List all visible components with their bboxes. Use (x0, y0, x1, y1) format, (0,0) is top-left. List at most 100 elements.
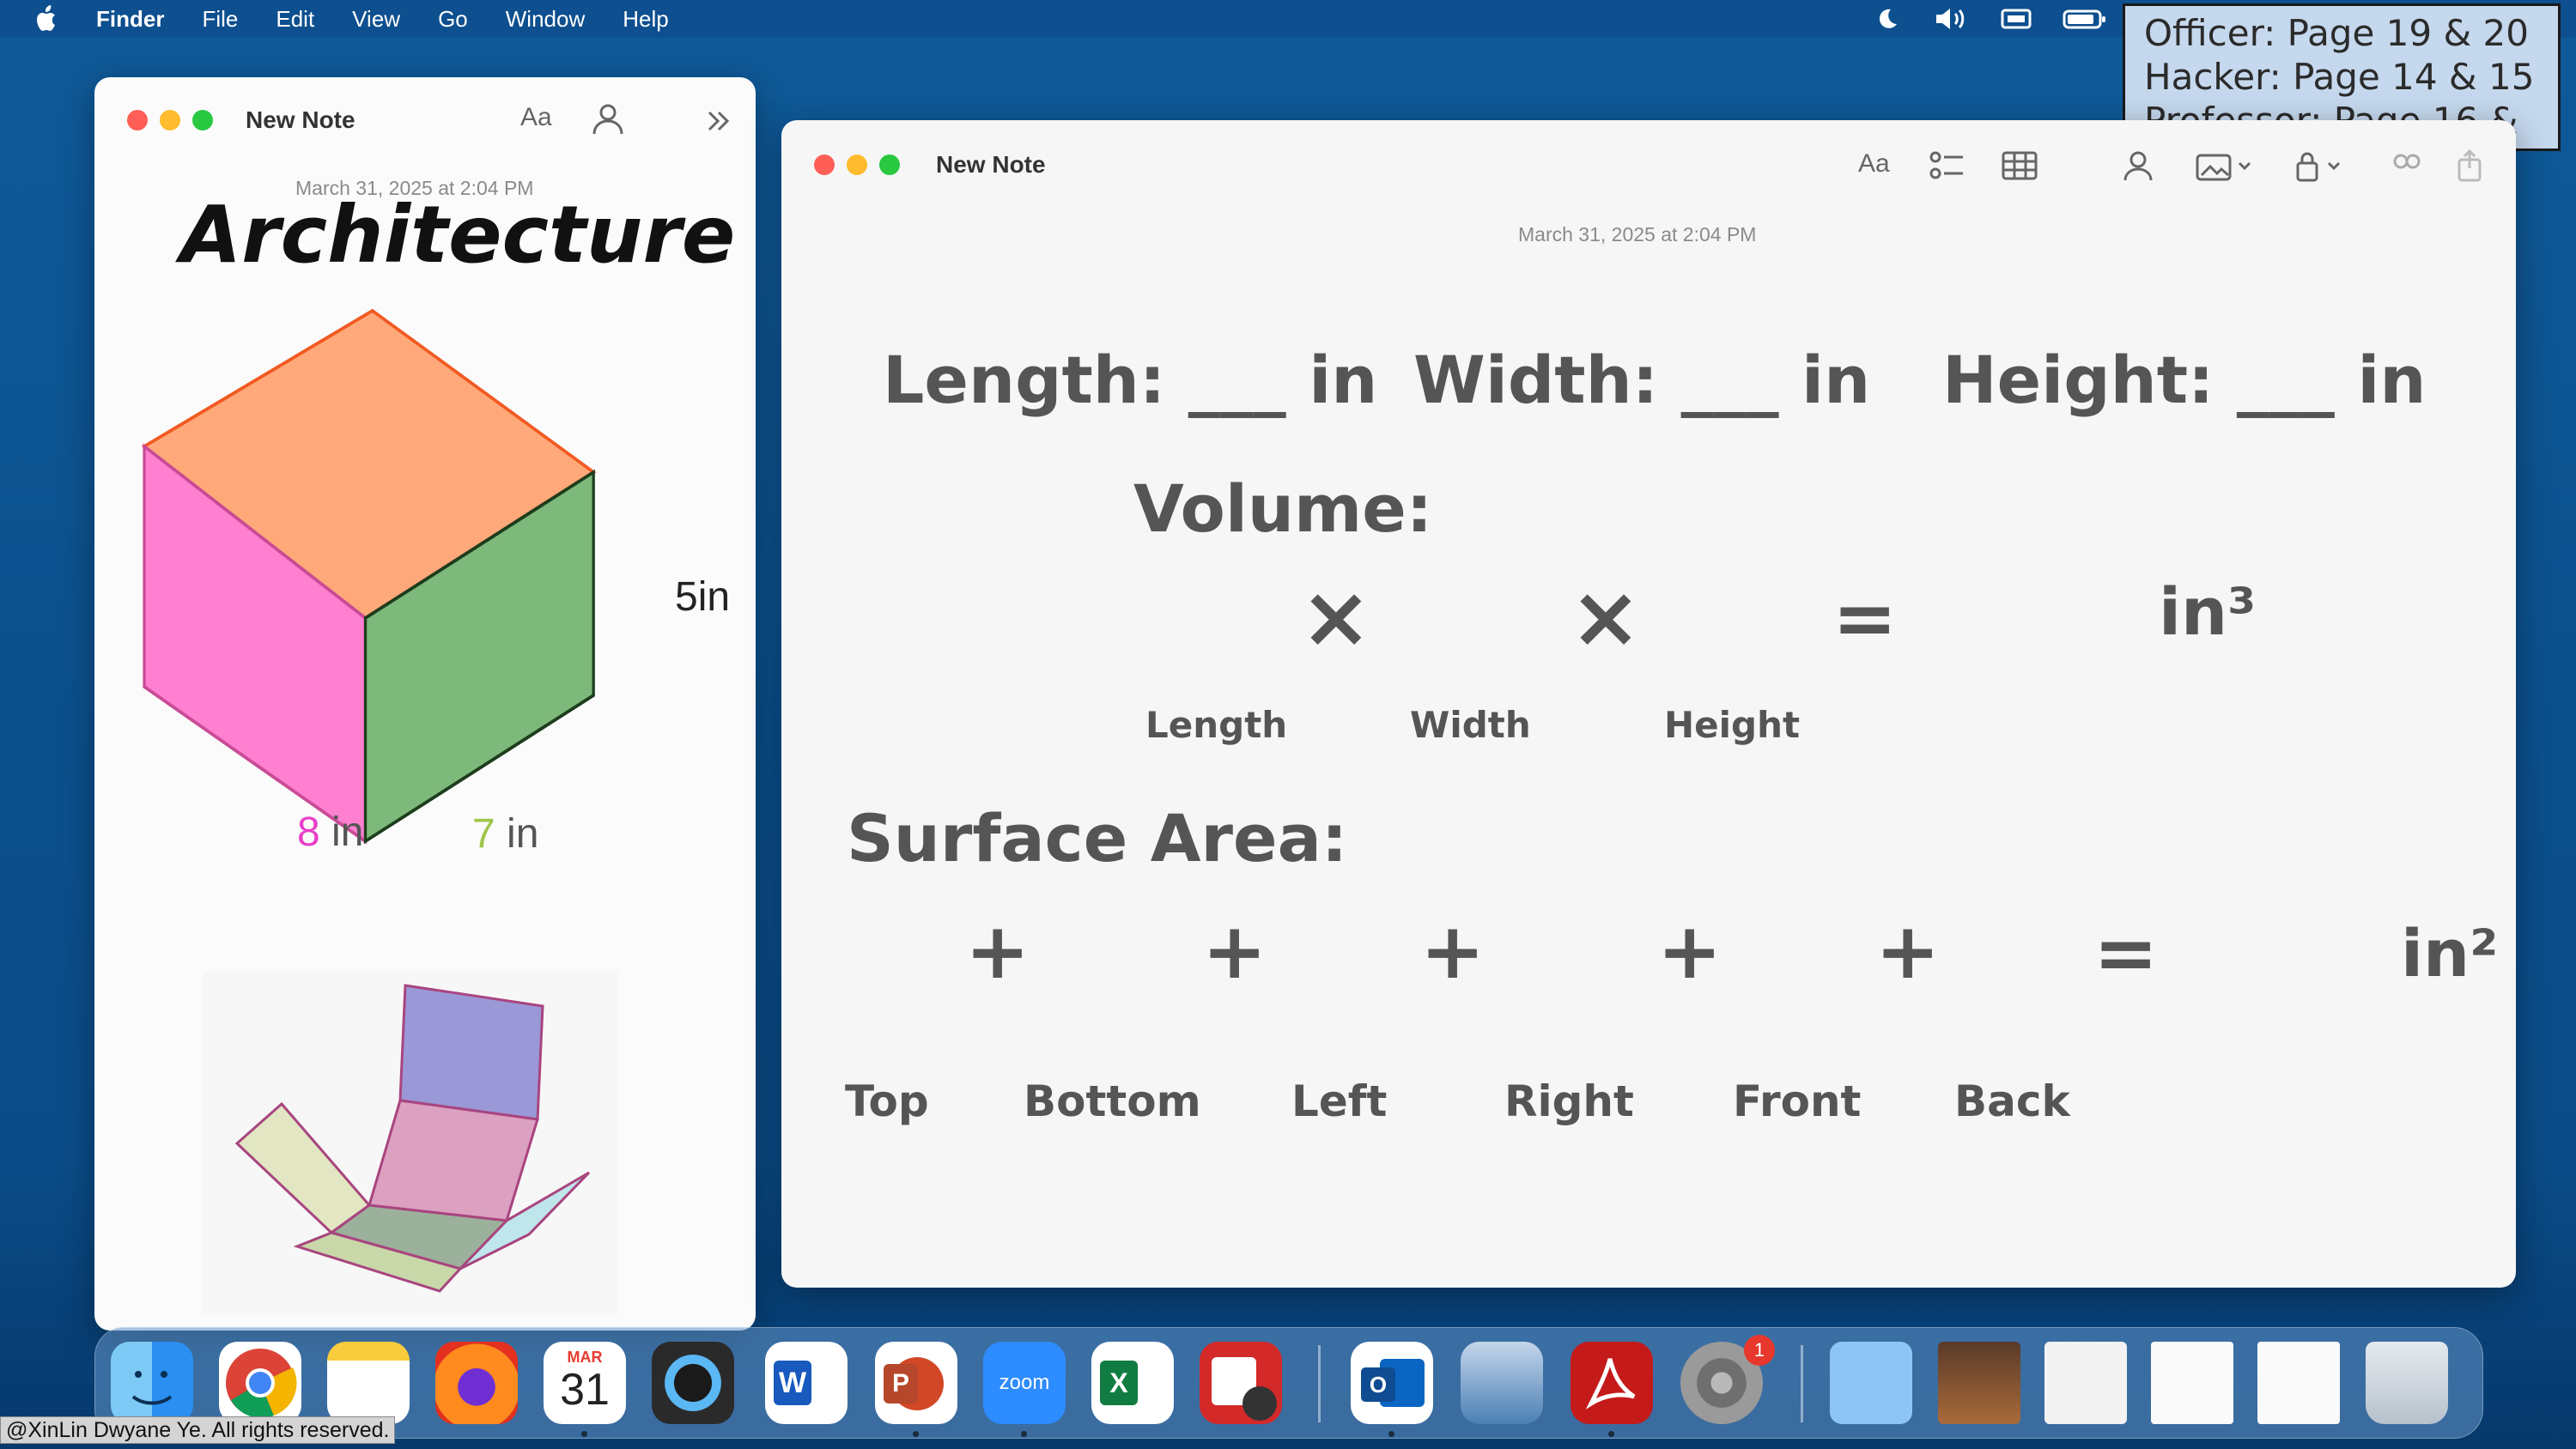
height-dimension-label: 5in (675, 574, 731, 620)
format-button[interactable]: Aa (1858, 149, 1890, 179)
running-indicator (581, 1431, 587, 1437)
running-indicator (913, 1431, 919, 1437)
face-front: Front (1733, 1076, 1862, 1126)
calendar-day: 31 (560, 1365, 610, 1415)
outlook-icon[interactable]: O (1351, 1342, 1433, 1424)
running-indicator (1388, 1431, 1394, 1437)
menu-help[interactable]: Help (623, 6, 668, 33)
photo-booth-icon[interactable] (1200, 1342, 1282, 1424)
battery-icon[interactable] (2063, 6, 2107, 32)
running-indicator (1021, 1431, 1027, 1437)
minimize-button[interactable] (847, 155, 867, 175)
equals-sign: = (1832, 573, 1898, 664)
volume-unit: in³ (2159, 573, 2257, 650)
right-note-window: New Note Aa March 31, 2025 at 2:04 PM Le… (781, 120, 2516, 1288)
settings-notification-badge: 1 (1744, 1335, 1775, 1366)
menu-window[interactable]: Window (506, 6, 585, 33)
length-line: Length: ___ in (883, 342, 1378, 418)
lock-icon[interactable] (2294, 151, 2346, 182)
face-top: Top (845, 1076, 929, 1126)
volume-factor-width: Width (1410, 704, 1531, 746)
format-button[interactable]: Aa (520, 103, 552, 132)
quicktime-icon[interactable] (652, 1342, 734, 1424)
share-people-icon[interactable] (2389, 151, 2423, 182)
window-title: New Note (246, 106, 355, 133)
note-heading: Architecture 1 (180, 189, 756, 281)
face-right: Right (1504, 1076, 1634, 1126)
plus-sign-3: + (1420, 906, 1485, 997)
menu-file[interactable]: File (202, 6, 238, 33)
face-bottom: Bottom (1024, 1076, 1201, 1126)
plus-sign-4: + (1657, 906, 1722, 997)
close-button[interactable] (127, 110, 148, 130)
trash-icon[interactable] (2366, 1342, 2448, 1424)
calendar-icon[interactable]: MAR 31 (544, 1342, 626, 1424)
preview-icon[interactable] (1461, 1342, 1543, 1424)
acrobat-icon[interactable] (1571, 1342, 1653, 1424)
menu-view[interactable]: View (352, 6, 400, 33)
doc-thumb-1-icon[interactable] (2044, 1342, 2127, 1424)
collaborate-icon[interactable] (2121, 151, 2155, 182)
dock: MAR 31 W P zoom X O 1 (94, 1327, 2483, 1439)
volume-factor-length: Length (1145, 704, 1288, 746)
checklist-icon[interactable] (1929, 149, 1965, 182)
collaborate-icon[interactable] (591, 103, 625, 136)
word-icon[interactable]: W (765, 1342, 848, 1424)
excel-icon[interactable]: X (1091, 1342, 1174, 1424)
plus-sign-1: + (965, 906, 1030, 997)
plus-sign-2: + (1202, 906, 1267, 997)
notes-icon[interactable] (327, 1342, 410, 1424)
window-title: New Note (936, 151, 1046, 178)
powerpoint-icon[interactable]: P (875, 1342, 957, 1424)
overlay-line-hacker: Hacker: Page 14 & 15 (2144, 56, 2535, 98)
dock-separator (1318, 1345, 1321, 1422)
cube-net-diagram (234, 984, 591, 1293)
cube-diagram (141, 308, 597, 845)
surface-area-unit: in² (2401, 915, 2499, 991)
cube-net-image (203, 972, 618, 1315)
finder-icon[interactable] (111, 1342, 193, 1424)
volume-icon[interactable] (1934, 6, 1970, 32)
menu-finder[interactable]: Finder (96, 6, 164, 33)
face-left: Left (1291, 1076, 1388, 1126)
face-back: Back (1954, 1076, 2070, 1126)
zoom-icon[interactable]: zoom (983, 1342, 1066, 1424)
running-indicator (1608, 1431, 1614, 1437)
doc-thumb-3-icon[interactable] (2257, 1342, 2340, 1424)
surface-area-heading: Surface Area: (847, 800, 1348, 876)
height-line: Height: ___ in (1942, 342, 2427, 418)
downloads-folder-icon[interactable] (1830, 1342, 1912, 1424)
menu-go[interactable]: Go (438, 6, 468, 33)
doc-thumb-2-icon[interactable] (2151, 1342, 2233, 1424)
share-icon[interactable] (2456, 149, 2483, 182)
menu-edit[interactable]: Edit (276, 6, 314, 33)
display-icon[interactable] (2001, 6, 2032, 32)
copyright-notice: @XinLin Dwyane Ye. All rights reserved. (0, 1416, 396, 1444)
chrome-icon[interactable] (219, 1342, 301, 1424)
surface-equals-sign: = (2093, 908, 2159, 998)
zoom-button[interactable] (879, 155, 900, 175)
table-icon[interactable] (2001, 149, 2038, 182)
moon-icon[interactable] (1874, 6, 1899, 32)
plus-sign-5: + (1875, 906, 1941, 997)
left-note-window: New Note Aa March 31, 2025 at 2:04 PM Ar… (94, 77, 756, 1331)
chevron-double-right-icon[interactable] (706, 110, 732, 132)
width-dimension-label: 7 in (472, 811, 539, 857)
minimize-button[interactable] (160, 110, 180, 130)
volume-heading: Volume: (1133, 470, 1433, 547)
zoom-button[interactable] (192, 110, 213, 130)
dock-separator (1801, 1345, 1803, 1422)
photo-thumb-icon[interactable] (1938, 1342, 2020, 1424)
width-line: Width: ___ in (1413, 342, 1871, 418)
multiply-sign-1: × (1300, 567, 1372, 667)
firefox-icon[interactable] (435, 1342, 518, 1424)
calendar-month: MAR (567, 1349, 603, 1366)
apple-logo-icon[interactable] (33, 3, 62, 34)
note-date: March 31, 2025 at 2:04 PM (1518, 223, 1757, 246)
media-icon[interactable] (2195, 151, 2255, 182)
multiply-sign-2: × (1570, 567, 1642, 667)
volume-factor-height: Height (1664, 704, 1801, 746)
length-dimension-label: 8 in (297, 809, 364, 855)
close-button[interactable] (814, 155, 835, 175)
overlay-line-officer: Officer: Page 19 & 20 (2144, 12, 2529, 54)
